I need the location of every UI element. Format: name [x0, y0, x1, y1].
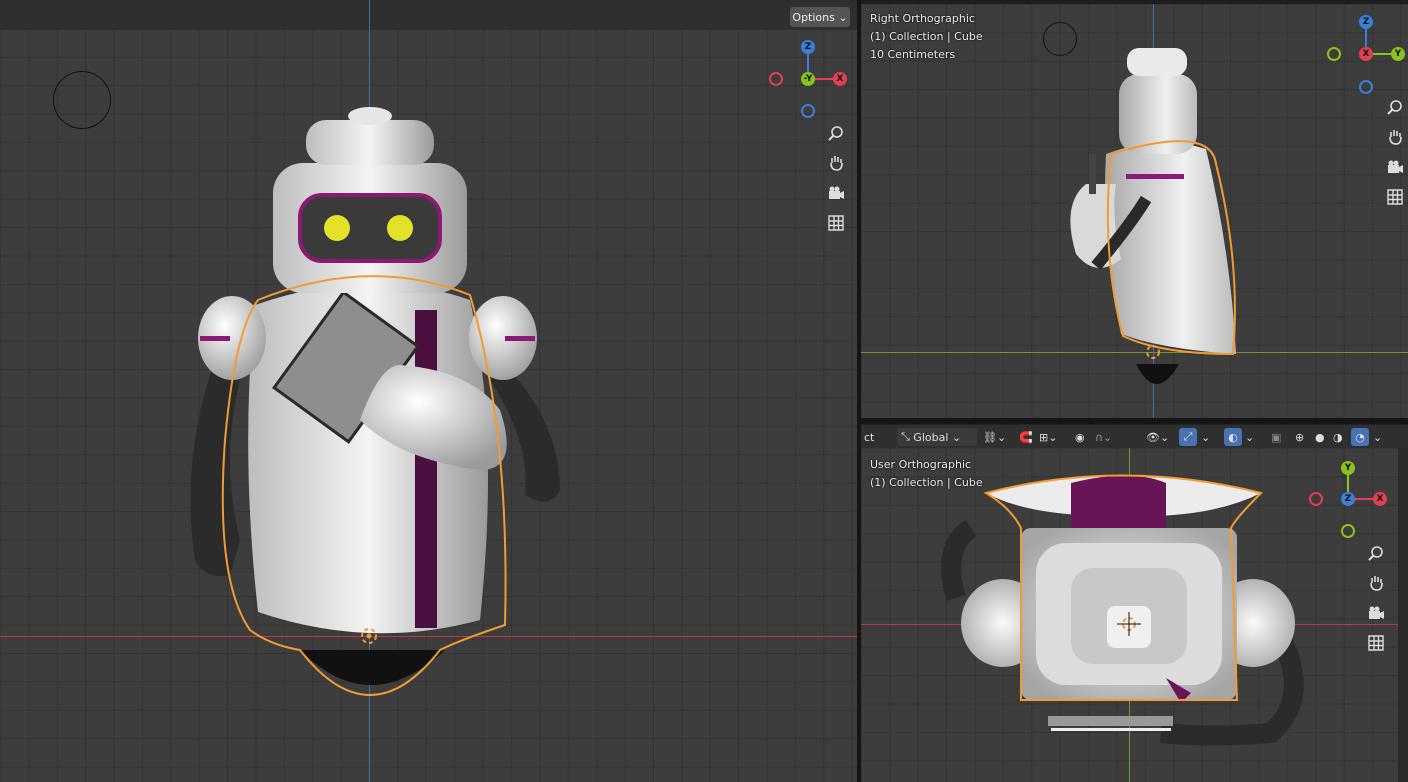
gizmo-y[interactable]: Y: [1341, 461, 1355, 475]
zoom-icon[interactable]: [1382, 94, 1408, 120]
overlay-dropdown[interactable]: ⌄: [1245, 428, 1254, 446]
wireframe-shading[interactable]: ⊕: [1295, 428, 1304, 446]
orientation-icon: ⤡: [901, 430, 914, 443]
right-ortho-viewport[interactable]: Right Orthographic (1) Collection | Cube…: [861, 4, 1408, 418]
xray-toggle[interactable]: ▣: [1271, 428, 1281, 446]
falloff-dropdown[interactable]: ∩⌄: [1095, 428, 1112, 446]
proportional-edit-icon[interactable]: ◉: [1075, 428, 1085, 446]
camera-icon[interactable]: [823, 180, 849, 206]
material-shading[interactable]: ◑: [1333, 428, 1343, 446]
axis-gizmo[interactable]: Z -Y X: [760, 36, 857, 126]
gizmo-neg-y[interactable]: [1341, 524, 1355, 538]
robot-front-model: [190, 107, 560, 696]
grid-icon[interactable]: [1363, 630, 1389, 656]
shading-dropdown[interactable]: ⌄: [1373, 428, 1382, 446]
hand-pan-icon[interactable]: [1382, 124, 1408, 150]
zoom-icon[interactable]: [823, 120, 849, 146]
snap-icon[interactable]: 🧲: [1019, 428, 1033, 446]
side-panel-edge[interactable]: [1398, 448, 1408, 782]
gizmo-x[interactable]: X: [833, 72, 847, 86]
gizmo-dropdown[interactable]: ⌄: [1201, 428, 1210, 446]
rendered-shading[interactable]: ◔: [1351, 428, 1369, 446]
visibility-icon[interactable]: 👁⌄: [1146, 428, 1169, 446]
camera-icon[interactable]: [1363, 600, 1389, 626]
viewport-toolbar: ct ⤡ Global ⌄ ⛓⌄ 🧲 ⊞⌄ ◉ ∩⌄ 👁⌄ ⤢ ⌄ ◐ ⌄ ▣ …: [861, 424, 1408, 449]
transform-orientation-dropdown[interactable]: ⤡ Global ⌄: [897, 428, 977, 446]
pivot-point-dropdown[interactable]: ⛓⌄: [983, 428, 1006, 446]
gizmo-neg-x[interactable]: [769, 72, 783, 86]
gizmo-z[interactable]: Z: [1341, 492, 1355, 506]
solid-shading[interactable]: ●: [1315, 428, 1325, 446]
grid-icon[interactable]: [823, 210, 849, 236]
camera-icon[interactable]: [1382, 154, 1408, 180]
gizmo-z[interactable]: Z: [1359, 15, 1373, 29]
gizmo-y[interactable]: Y: [1391, 47, 1405, 61]
gizmo-z[interactable]: Z: [801, 40, 815, 54]
gizmo-neg-z[interactable]: [1359, 80, 1373, 94]
axis-gizmo[interactable]: Z X Y: [1326, 12, 1408, 96]
grid-icon[interactable]: [1382, 184, 1408, 210]
overlay-toggle[interactable]: ◐: [1224, 428, 1242, 446]
zoom-icon[interactable]: [1363, 540, 1389, 566]
front-viewport[interactable]: Options ⌄ Z -Y X: [0, 0, 857, 782]
axis-gizmo[interactable]: Y Z X: [1308, 458, 1392, 542]
gizmo-x[interactable]: X: [1359, 47, 1373, 61]
gizmo-neg-y[interactable]: [1327, 47, 1341, 61]
hand-pan-icon[interactable]: [1363, 570, 1389, 596]
gizmo-neg-y[interactable]: -Y: [801, 72, 815, 86]
gizmo-x[interactable]: X: [1373, 492, 1387, 506]
snap-options-dropdown[interactable]: ⊞⌄: [1039, 428, 1057, 446]
user-ortho-viewport[interactable]: User Orthographic (1) Collection | Cube …: [861, 448, 1398, 782]
mode-menu[interactable]: ct: [864, 428, 874, 446]
hand-pan-icon[interactable]: [823, 150, 849, 176]
gizmo-neg-x[interactable]: [1309, 492, 1323, 506]
gizmo-neg-z[interactable]: [801, 104, 815, 118]
gizmo-toggle[interactable]: ⤢: [1179, 428, 1197, 446]
